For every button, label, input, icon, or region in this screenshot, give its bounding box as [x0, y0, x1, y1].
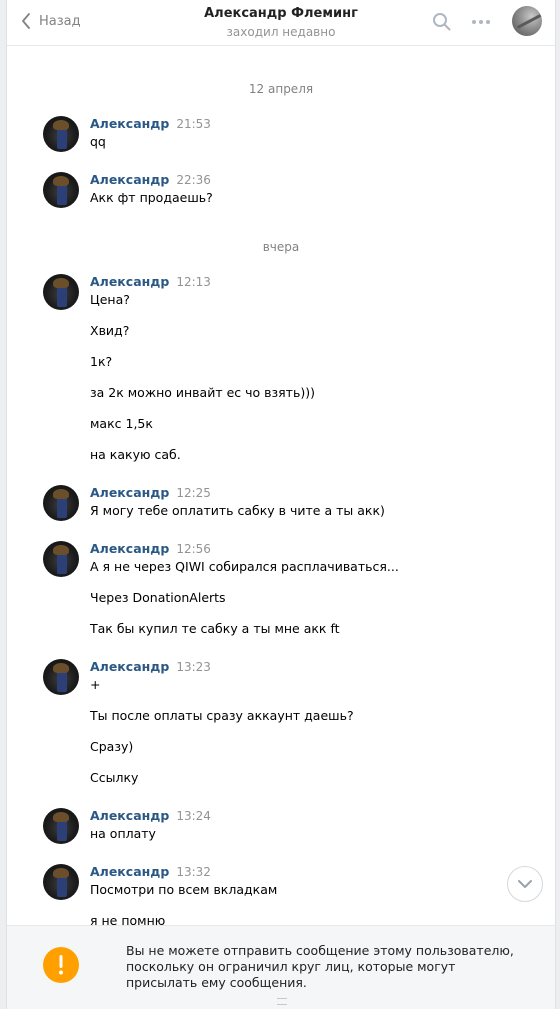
avatar[interactable]	[43, 864, 79, 900]
chat-panel: Назад Александр Флеминг заходил недавно …	[6, 0, 556, 1009]
exclamation-icon	[43, 947, 79, 983]
message-text: А я не через QIWI собирался расплачивать…	[90, 559, 399, 574]
message-time[interactable]: 22:36	[176, 173, 211, 187]
message-text: Цена?	[90, 292, 130, 307]
more-icon[interactable]	[470, 12, 492, 32]
author-name[interactable]: Александр	[90, 485, 169, 500]
chat-header: Назад Александр Флеминг заходил недавно	[7, 0, 555, 46]
cannot-message-notice: Вы не можете отправить сообщение этому п…	[7, 925, 555, 1009]
date-separator: 12 апреля	[248, 82, 314, 96]
notice-text: Вы не можете отправить сообщение этому п…	[126, 943, 514, 990]
message-time[interactable]: 21:53	[176, 117, 211, 131]
avatar[interactable]	[43, 485, 79, 521]
author-name[interactable]: Александр	[90, 659, 169, 674]
author-name[interactable]: Александр	[90, 864, 169, 879]
avatar[interactable]	[43, 541, 79, 577]
search-icon[interactable]	[432, 12, 452, 32]
header-avatar[interactable]	[512, 6, 542, 36]
message-text: 1к?	[90, 354, 113, 369]
message-text: Сразу)	[90, 739, 134, 754]
message-text: макс 1,5к	[90, 416, 153, 431]
message-time[interactable]: 13:23	[176, 660, 211, 674]
message-history: 12 апреля Александр 21:53 qq Александр 22:…	[7, 46, 555, 925]
message-text: Я могу тебе оплатить сабку в чите а ты а…	[90, 503, 385, 518]
resize-handle[interactable]	[277, 998, 287, 1005]
message-text: на оплату	[90, 826, 156, 841]
message-text: за 2к можно инвайт ес чо взять)))	[90, 385, 315, 400]
message-text: qq	[90, 134, 106, 149]
message-text: я не помню	[90, 913, 166, 925]
message-time[interactable]: 13:24	[176, 809, 211, 823]
message-time[interactable]: 12:56	[176, 542, 211, 556]
chevron-down-icon	[518, 880, 532, 888]
message-text: Акк фт продаешь?	[90, 190, 213, 205]
message-text: Хвид?	[90, 323, 130, 338]
avatar[interactable]	[43, 116, 79, 152]
author-name[interactable]: Александр	[90, 274, 169, 289]
message-text: Через DonationAlerts	[90, 590, 226, 605]
message-text: Посмотри по всем вкладкам	[90, 882, 278, 897]
message-time[interactable]: 12:25	[176, 486, 211, 500]
message-text: Ссылку	[90, 770, 139, 785]
scroll-down-button[interactable]	[507, 866, 543, 902]
author-name[interactable]: Александр	[90, 808, 169, 823]
author-name[interactable]: Александр	[90, 116, 169, 131]
message-text: +	[90, 677, 101, 692]
avatar[interactable]	[43, 659, 79, 695]
message-time[interactable]: 12:13	[176, 275, 211, 289]
message-time[interactable]: 13:32	[176, 865, 211, 879]
avatar[interactable]	[43, 172, 79, 208]
author-name[interactable]: Александр	[90, 172, 169, 187]
author-name[interactable]: Александр	[90, 541, 169, 556]
avatar[interactable]	[43, 808, 79, 844]
date-separator: вчера	[262, 240, 300, 254]
message-text: Так бы купил те сабку а ты мне акк ft	[90, 621, 340, 636]
message-text: на какую саб.	[90, 447, 181, 462]
avatar[interactable]	[43, 274, 79, 310]
message-text: Ты после оплаты сразу аккаунт даешь?	[90, 708, 354, 723]
